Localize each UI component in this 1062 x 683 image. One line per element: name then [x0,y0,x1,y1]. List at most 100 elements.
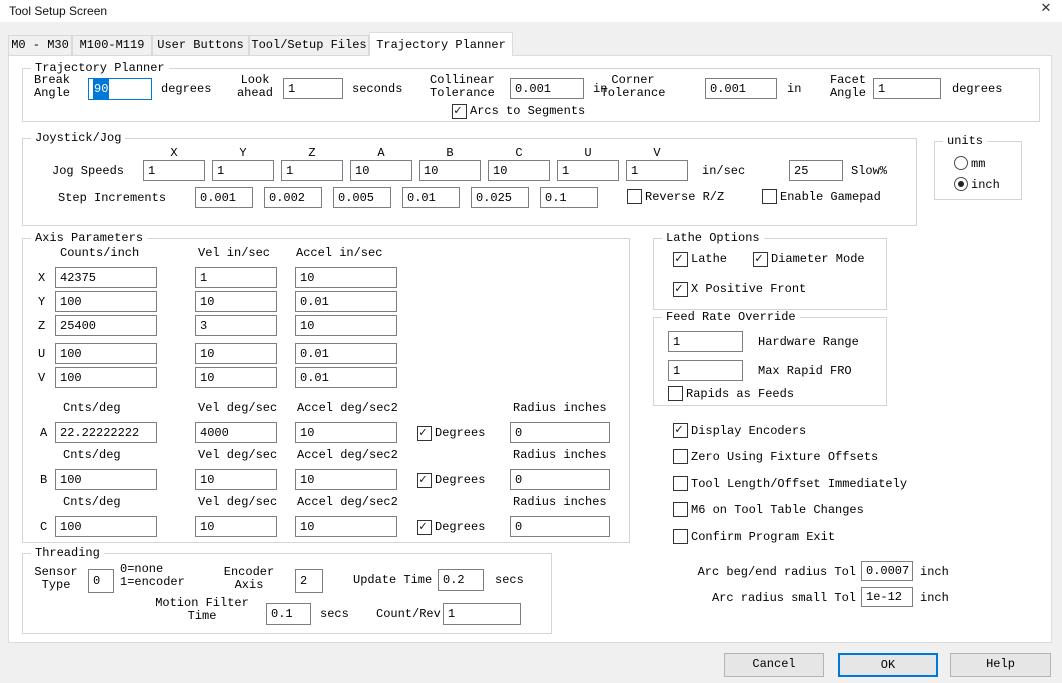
axis-z-vel-input[interactable] [195,315,277,336]
step-increment-4-input[interactable] [402,187,460,208]
axis-u-vel-input[interactable] [195,343,277,364]
motion-filter-time-input[interactable] [266,603,311,625]
enable-gamepad-label: Enable Gamepad [780,190,881,204]
jog-speed-z-input[interactable] [281,160,343,181]
axis-z-accel-input[interactable] [295,315,397,336]
window-titlebar[interactable]: Tool Setup Screen [0,0,1062,22]
tool-length-offset-label: Tool Length/Offset Immediately [691,477,908,491]
encoder-axis-input[interactable] [295,569,323,593]
diameter-mode-label: Diameter Mode [771,252,865,266]
jog-speed-x-input[interactable] [143,160,205,181]
diameter-mode-checkbox[interactable] [753,251,768,267]
axis-a-vel-input[interactable] [195,422,277,443]
sensor-type-input[interactable] [88,569,114,593]
x-positive-front-checkbox[interactable] [673,281,688,297]
jog-speed-a-input[interactable] [350,160,412,181]
arc-radius-small-tol-label: Arc radius small Tol [711,591,856,605]
units-inch-radio[interactable] [954,177,968,191]
axis-b-radius-input[interactable] [510,469,610,490]
axis-u-counts-input[interactable] [55,343,157,364]
axis-v-counts-input[interactable] [55,367,157,388]
axis-a-degrees-checkbox[interactable] [417,425,432,441]
axis-x-counts-input[interactable] [55,267,157,288]
step-increment-2-input[interactable] [264,187,322,208]
jog-header-y: Y [239,146,247,160]
axis-b-vel-input[interactable] [195,469,277,490]
axis-x-accel-input[interactable] [295,267,397,288]
look-ahead-input[interactable] [283,78,343,99]
confirm-program-exit-label: Confirm Program Exit [691,530,836,544]
display-encoders-checkbox[interactable] [673,422,688,438]
enable-gamepad-checkbox[interactable] [762,189,777,204]
confirm-program-exit-checkbox[interactable] [673,529,688,544]
axis-b-degrees-label: Degrees [435,473,486,487]
count-rev-input[interactable] [443,603,521,625]
axis-b-degrees-checkbox[interactable] [417,472,432,488]
corner-tolerance-input[interactable] [705,78,777,99]
axis-y-counts-input[interactable] [55,291,157,312]
zero-fixture-offsets-checkbox[interactable] [673,449,688,464]
tab-tool-setup-files[interactable]: Tool/Setup Files [249,35,369,56]
tab-trajectory-planner[interactable]: Trajectory Planner [369,32,513,56]
max-rapid-fro-input[interactable] [668,360,743,381]
step-increment-6-input[interactable] [540,187,598,208]
jog-speed-y-input[interactable] [212,160,274,181]
tool-setup-window: Tool Setup Screen ✕ M0 - M30 M100-M119 U… [0,0,1062,683]
break-angle-input[interactable]: 90 [88,78,152,100]
axis-a-counts-input[interactable] [55,422,157,443]
axis-y-accel-input[interactable] [295,291,397,312]
help-button[interactable]: Help [950,653,1051,677]
units-mm-radio[interactable] [954,156,968,170]
step-increments-label: Step Increments [58,191,167,205]
step-increment-5-input[interactable] [471,187,529,208]
jog-speed-v-input[interactable] [626,160,688,181]
arc-radius-small-tol-input[interactable] [861,587,913,607]
axis-y-vel-input[interactable] [195,291,277,312]
axis-v-vel-input[interactable] [195,367,277,388]
tab-m0-m30[interactable]: M0 - M30 [8,35,72,56]
hardware-range-input[interactable] [668,331,743,352]
jog-speed-c-input[interactable] [488,160,550,181]
jog-header-x: X [170,146,178,160]
axis-c-vel-input[interactable] [195,516,277,537]
jog-speed-u-input[interactable] [557,160,619,181]
step-increment-3-input[interactable] [333,187,391,208]
axis-x-vel-input[interactable] [195,267,277,288]
axis-c-degrees-label: Degrees [435,520,486,534]
close-button[interactable]: ✕ [1030,0,1062,22]
ok-button[interactable]: OK [838,653,938,677]
update-time-input[interactable] [438,569,484,591]
look-ahead-unit: seconds [352,82,403,96]
axis-b-counts-input[interactable] [55,469,157,490]
tab-user-buttons[interactable]: User Buttons [152,35,249,56]
tab-m100-m119[interactable]: M100-M119 [72,35,152,56]
collinear-tolerance-input[interactable] [510,78,584,99]
axis-c-degrees-checkbox[interactable] [417,519,432,535]
axis-a-accel-input[interactable] [295,422,397,443]
axis-b-accel-input[interactable] [295,469,397,490]
slow-percent-input[interactable] [789,160,843,181]
arcs-to-segments-checkbox[interactable] [452,103,467,119]
arc-beg-end-tol-input[interactable] [861,561,913,581]
m6-tool-table-checkbox[interactable] [673,502,688,517]
facet-angle-input[interactable] [873,78,941,99]
axis-u-accel-input[interactable] [295,343,397,364]
reverse-rz-checkbox[interactable] [627,189,642,204]
lathe-checkbox[interactable] [673,251,688,267]
reverse-rz-label: Reverse R/Z [645,190,725,204]
corner-tolerance-unit: in [787,82,802,96]
axis-a-radius-input[interactable] [510,422,610,443]
cancel-button[interactable]: Cancel [724,653,824,677]
axis-c-counts-input[interactable] [55,516,157,537]
axis-u-label: U [38,347,46,361]
axis-v-accel-input[interactable] [295,367,397,388]
units-inch-label: inch [971,178,1000,192]
step-increment-1-input[interactable] [195,187,253,208]
axis-z-counts-input[interactable] [55,315,157,336]
rapids-as-feeds-checkbox[interactable] [668,386,683,401]
axis-c-radius-input[interactable] [510,516,610,537]
jog-speed-b-input[interactable] [419,160,481,181]
tool-length-offset-checkbox[interactable] [673,476,688,491]
a-vel-deg-header: Vel deg/sec [198,401,278,415]
axis-c-accel-input[interactable] [295,516,397,537]
